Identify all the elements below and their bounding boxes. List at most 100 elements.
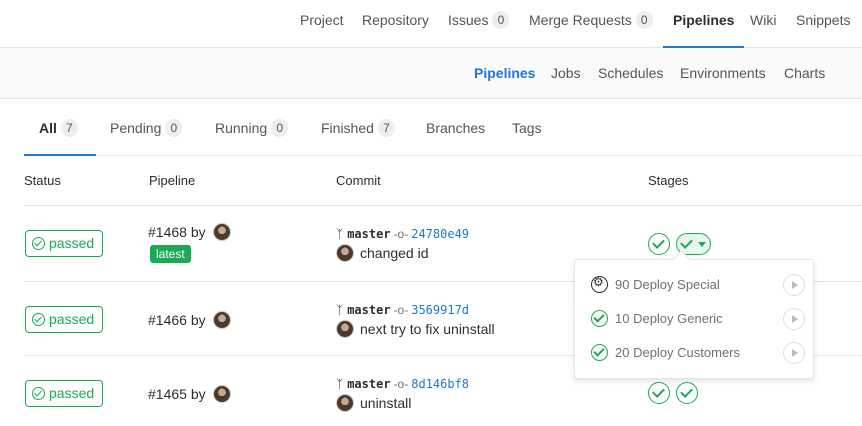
nav-merge-requests-label: Merge Requests <box>529 12 632 28</box>
nav-pipelines-label: Pipelines <box>673 12 735 28</box>
nav-issues[interactable]: Issues 0 <box>448 0 510 47</box>
pipeline-id: #1468 by <box>148 223 231 241</box>
header-status: Status <box>24 173 61 188</box>
commit-ref: ᛉ master -o- 3569917d <box>336 301 469 317</box>
header-commit: Commit <box>336 173 381 188</box>
commit-message: next try to fix uninstall <box>336 320 495 338</box>
tab-finished[interactable]: Finished 7 <box>321 99 395 156</box>
manual-gear-icon <box>591 275 608 293</box>
header-stages: Stages <box>648 173 689 188</box>
subnav-charts[interactable]: Charts <box>784 48 825 98</box>
stage-success-icon[interactable] <box>676 382 698 404</box>
play-icon[interactable] <box>783 274 805 296</box>
avatar[interactable] <box>336 244 354 262</box>
nav-repository-label: Repository <box>362 12 429 28</box>
nav-merge-requests[interactable]: Merge Requests 0 <box>529 0 653 47</box>
tab-pending-count: 0 <box>165 119 183 137</box>
pipeline-link[interactable]: #1466 by <box>148 312 206 328</box>
tab-finished-count: 7 <box>377 119 395 137</box>
pipeline-scope-tabs: All 7 Pending 0 Running 0 Finished 7 Branche… <box>24 99 862 156</box>
status-success-icon <box>32 313 45 326</box>
stage-success-icon[interactable] <box>648 233 670 255</box>
status-badge[interactable]: passed <box>25 380 104 407</box>
subnav-schedules[interactable]: Schedules <box>598 48 663 98</box>
status-success-icon <box>32 387 45 400</box>
stage-jobs-dropdown: 90 Deploy Special 10 Deploy Generic 20 D… <box>574 259 814 379</box>
job-name: 10 Deploy Generic <box>615 311 723 326</box>
pipeline-link[interactable]: #1468 by <box>148 224 206 240</box>
job-name: 90 Deploy Special <box>615 277 720 292</box>
tab-running[interactable]: Running 0 <box>215 99 289 156</box>
nav-repository[interactable]: Repository <box>362 0 429 47</box>
issues-count-badge: 0 <box>492 11 510 29</box>
branch-icon: ᛉ <box>336 377 344 391</box>
commit-sha[interactable]: 8d146bf8 <box>411 377 469 391</box>
commit-sha[interactable]: 3569917d <box>411 303 469 317</box>
branch-name[interactable]: master <box>347 227 390 241</box>
pipeline-id: #1465 by <box>148 385 231 403</box>
job-item[interactable]: 10 Deploy Generic <box>591 307 805 331</box>
tab-all[interactable]: All 7 <box>24 99 96 156</box>
tab-branches[interactable]: Branches <box>426 99 485 156</box>
tab-pending[interactable]: Pending 0 <box>110 99 183 156</box>
branch-icon: ᛉ <box>336 227 344 241</box>
success-check-icon <box>591 310 608 327</box>
status-success-icon <box>32 237 45 250</box>
avatar[interactable] <box>212 311 231 329</box>
commit-ref: ᛉ master -o- 24780e49 <box>336 225 469 241</box>
commit-ref: ᛉ master -o- 8d146bf8 <box>336 375 469 391</box>
subnav-pipelines[interactable]: Pipelines <box>474 48 535 98</box>
pipelines-sub-nav: Pipelines Jobs Schedules Environments Ch… <box>0 48 862 99</box>
avatar[interactable] <box>212 223 231 241</box>
latest-badge: latest <box>150 245 191 263</box>
tab-running-label: Running <box>215 120 268 136</box>
project-top-nav: Project Repository Issues 0 Merge Request… <box>0 0 862 48</box>
status-badge[interactable]: passed <box>25 306 104 333</box>
merge-requests-count-badge: 0 <box>635 11 653 29</box>
pipeline-link[interactable]: #1465 by <box>148 386 206 402</box>
nav-project-label: Project <box>300 12 344 28</box>
branch-name[interactable]: master <box>347 377 390 391</box>
nav-snippets-label: Snippets <box>796 12 851 28</box>
tab-running-count: 0 <box>271 119 289 137</box>
job-item[interactable]: 90 Deploy Special <box>591 273 805 297</box>
commit-title[interactable]: uninstall <box>360 395 411 411</box>
commit-icon: -o- <box>393 227 409 241</box>
stage-success-icon[interactable] <box>648 382 670 404</box>
nav-issues-label: Issues <box>448 12 489 28</box>
tab-pending-label: Pending <box>110 120 162 136</box>
subnav-jobs[interactable]: Jobs <box>551 48 581 98</box>
header-pipeline: Pipeline <box>149 173 196 188</box>
status-label: passed <box>49 385 95 401</box>
tab-finished-label: Finished <box>321 120 374 136</box>
pipelines-table-header: Status Pipeline Commit Stages <box>24 157 862 206</box>
job-item[interactable]: 20 Deploy Customers <box>591 341 805 365</box>
status-label: passed <box>49 311 95 327</box>
commit-title[interactable]: next try to fix uninstall <box>360 321 495 337</box>
success-check-icon <box>591 344 608 361</box>
status-badge[interactable]: passed <box>25 230 104 257</box>
avatar[interactable] <box>336 320 354 338</box>
play-icon[interactable] <box>783 308 805 330</box>
commit-message: uninstall <box>336 394 411 412</box>
caret-down-icon <box>698 242 706 247</box>
tab-tags[interactable]: Tags <box>512 99 542 156</box>
branch-icon: ᛉ <box>336 303 344 317</box>
play-icon[interactable] <box>783 342 805 364</box>
nav-snippets[interactable]: Snippets <box>796 0 850 47</box>
avatar[interactable] <box>212 385 231 403</box>
nav-wiki[interactable]: Wiki <box>750 0 776 47</box>
branch-name[interactable]: master <box>347 303 390 317</box>
nav-pipelines[interactable]: Pipelines <box>663 0 745 48</box>
commit-title[interactable]: changed id <box>360 245 429 261</box>
nav-project[interactable]: Project <box>300 0 344 47</box>
commit-icon: -o- <box>393 377 409 391</box>
tab-all-count: 7 <box>60 119 78 137</box>
commit-sha[interactable]: 24780e49 <box>411 227 469 241</box>
status-label: passed <box>49 235 95 251</box>
commit-message: changed id <box>336 244 429 262</box>
subnav-environments[interactable]: Environments <box>680 48 766 98</box>
avatar[interactable] <box>336 394 354 412</box>
tab-all-label: All <box>39 120 57 136</box>
job-name: 20 Deploy Customers <box>615 345 740 360</box>
